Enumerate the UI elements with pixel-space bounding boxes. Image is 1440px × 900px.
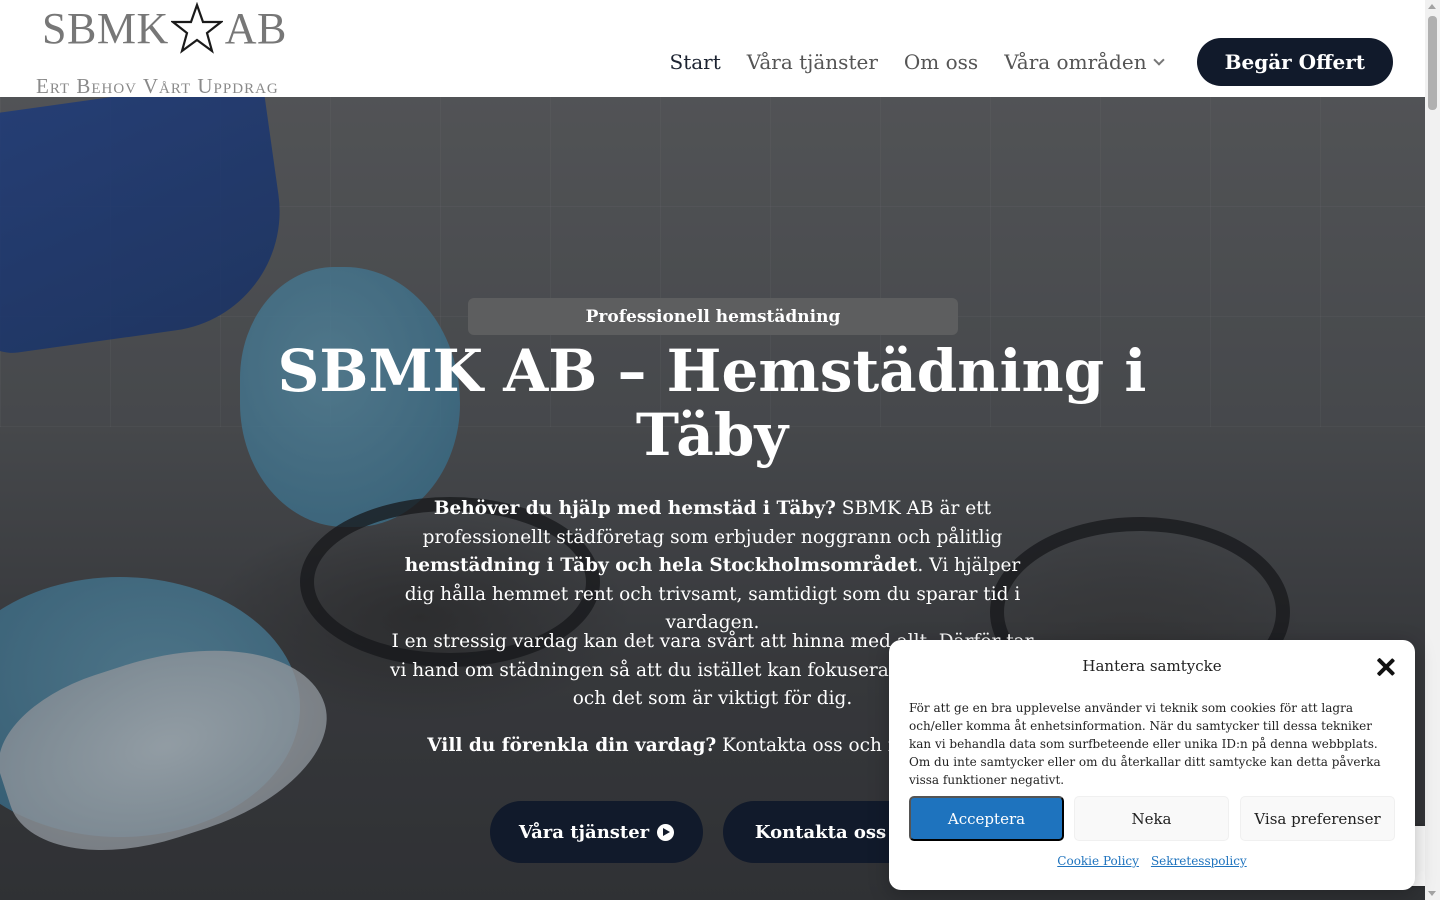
logo-name-left: SBMK: [42, 3, 169, 53]
view-preferences-button[interactable]: Visa preferenser: [1240, 796, 1395, 841]
nav-item-label: Start: [669, 50, 721, 74]
site-logo[interactable]: SBMK AB Ert Behov Vårt Uppdrag: [36, 0, 292, 98]
cookie-policy-link[interactable]: Cookie Policy: [1057, 854, 1139, 868]
page-scrollbar[interactable]: [1425, 0, 1440, 900]
cookie-modal-title: Hantera samtycke: [1082, 657, 1222, 675]
contact-button-label: Kontakta oss: [754, 821, 887, 843]
scroll-down-arrow-icon[interactable]: [1428, 891, 1436, 896]
cookie-consent-modal: Hantera samtycke För att ge en bra upple…: [889, 640, 1415, 890]
scroll-up-arrow-icon[interactable]: [1428, 4, 1436, 9]
cookie-modal-text: För att ge en bra upplevelse använder vi…: [909, 701, 1381, 787]
nav-item-start[interactable]: Start: [670, 50, 721, 74]
nav-item-about[interactable]: Om oss: [904, 50, 978, 74]
close-icon[interactable]: [1376, 657, 1396, 677]
logo-name-right: AB: [224, 3, 287, 53]
hero-paragraph-intro: Behöver du hjälp med hemstäd i Täby? SBM…: [390, 495, 1035, 638]
hero-intro-bold-2: hemstädning i Täby och hela Stockholmsom…: [404, 555, 918, 576]
request-quote-button[interactable]: Begär Offert: [1196, 38, 1393, 86]
cookie-modal-links: Cookie Policy Sekretesspolicy: [889, 854, 1415, 868]
hero-badge: Professionell hemstädning: [468, 298, 958, 335]
accept-cookies-button[interactable]: Acceptera: [909, 796, 1064, 841]
site-header: SBMK AB Ert Behov Vårt Uppdrag Start Vår…: [0, 0, 1425, 98]
main-nav: Start Våra tjänster Om oss Våra områden …: [644, 38, 1393, 86]
chevron-down-icon: [1152, 54, 1165, 66]
nav-item-label: Våra områden: [1004, 50, 1147, 74]
nav-item-label: Våra tjänster: [746, 50, 878, 74]
hero-intro-bold-1: Behöver du hjälp med hemstäd i Täby?: [433, 498, 836, 519]
logo-wordmark: SBMK AB: [42, 2, 287, 54]
play-circle-icon: [657, 823, 675, 841]
hero-contact-bold: Vill du förenkla din vardag?: [427, 735, 717, 756]
nav-item-areas[interactable]: Våra områden: [1004, 50, 1165, 74]
privacy-policy-link[interactable]: Sekretesspolicy: [1151, 854, 1247, 868]
services-button[interactable]: Våra tjänster: [490, 801, 703, 863]
logo-tagline: Ert Behov Vårt Uppdrag: [36, 74, 279, 98]
nav-item-label: Om oss: [903, 50, 979, 74]
scrollbar-thumb[interactable]: [1428, 16, 1437, 110]
star-outline-icon: [170, 2, 223, 54]
hero-title: SBMK AB – Hemstädning i Täby: [277, 337, 1147, 469]
services-button-label: Våra tjänster: [518, 821, 650, 843]
deny-cookies-button[interactable]: Neka: [1074, 796, 1229, 841]
nav-item-services[interactable]: Våra tjänster: [747, 50, 878, 74]
